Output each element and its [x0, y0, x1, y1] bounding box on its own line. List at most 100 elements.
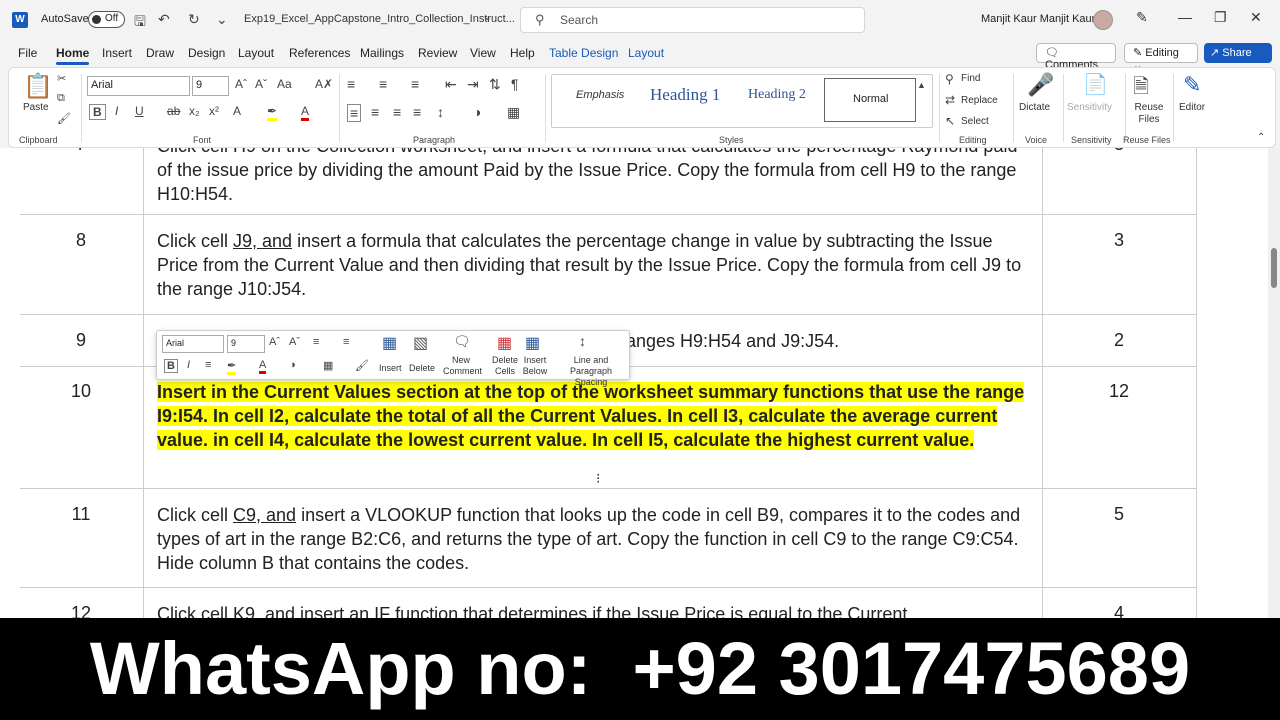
mini-format-painter-icon[interactable]: 🖌: [355, 359, 369, 372]
mini-insert-below-icon[interactable]: ▦: [525, 333, 540, 353]
paste-icon[interactable]: 📋: [23, 72, 53, 101]
save-icon[interactable]: 🖫: [134, 11, 146, 35]
editing-mode-button[interactable]: ✎ Editing ⌄: [1124, 43, 1198, 72]
bold-icon[interactable]: B: [89, 104, 106, 120]
tab-table-design[interactable]: Table Design: [549, 46, 618, 60]
decrease-indent-icon[interactable]: ⇤: [445, 76, 457, 93]
font-name-box[interactable]: Arial: [87, 76, 190, 96]
font-color-icon[interactable]: A: [301, 104, 310, 121]
close-icon[interactable]: ✕: [1250, 9, 1262, 26]
mini-line-spacing-label[interactable]: Line and Paragraph Spacing: [553, 355, 629, 388]
bullets-icon[interactable]: ≡: [347, 76, 355, 92]
mini-delete-cells-label[interactable]: Delete Cells: [489, 355, 521, 377]
highlight-icon[interactable]: ✒: [267, 104, 278, 121]
find-icon[interactable]: ⚲: [945, 72, 954, 86]
pen-icon[interactable]: ✎: [1136, 9, 1148, 26]
share-button[interactable]: ↗ Share: [1204, 43, 1272, 63]
mini-delete-icon[interactable]: ▧: [413, 333, 428, 353]
mini-numbering-icon[interactable]: ≡: [343, 336, 349, 348]
tab-design[interactable]: Design: [188, 46, 225, 60]
step-text[interactable]: Click cell H9 on the Collection workshee…: [157, 148, 1037, 206]
mini-align-center-icon[interactable]: ≡: [205, 359, 211, 371]
collapse-ribbon-icon[interactable]: ⌃: [1257, 132, 1265, 143]
mini-line-spacing-icon[interactable]: ↕: [579, 333, 586, 349]
superscript-icon[interactable]: x²: [209, 104, 219, 118]
mini-highlight-icon[interactable]: ✒: [227, 359, 237, 375]
search-box[interactable]: ⚲ Search: [520, 7, 865, 33]
numbering-icon[interactable]: ≡: [379, 76, 387, 92]
select-icon[interactable]: ↖: [945, 114, 955, 128]
mini-italic-icon[interactable]: I: [187, 359, 190, 371]
mini-delete-cells-icon[interactable]: ▦: [497, 333, 512, 353]
change-case-icon[interactable]: Aa: [277, 77, 292, 91]
borders-icon[interactable]: ▦: [507, 104, 520, 121]
mini-font-size[interactable]: 9: [227, 335, 265, 353]
mini-delete-label[interactable]: Delete: [409, 363, 435, 373]
sort-icon[interactable]: ⇅: [489, 76, 501, 93]
step-text-highlighted[interactable]: Insert in the Current Values section at …: [157, 380, 1037, 452]
format-painter-icon[interactable]: 🖌: [57, 112, 71, 125]
sensitivity-button-label[interactable]: Sensitivity: [1067, 102, 1112, 113]
mini-insert-below-label[interactable]: Insert Below: [519, 355, 551, 377]
tab-table-layout[interactable]: Layout: [628, 46, 664, 60]
style-normal-box[interactable]: Normal: [824, 78, 916, 122]
tab-view[interactable]: View: [470, 46, 496, 60]
mini-bullets-icon[interactable]: ≡: [313, 336, 319, 348]
step-text[interactable]: Click cell K9, and insert an IF function…: [157, 602, 1037, 618]
document-canvas[interactable]: 7 Click cell H9 on the Collection worksh…: [0, 148, 1280, 618]
align-center-icon[interactable]: ≡: [371, 104, 379, 120]
dictate-label[interactable]: Dictate: [1019, 102, 1050, 113]
reuse-files-icon[interactable]: 🗎: [1133, 72, 1149, 106]
tab-layout[interactable]: Layout: [238, 46, 274, 60]
align-right-icon[interactable]: ≡: [393, 104, 401, 120]
tab-review[interactable]: Review: [418, 46, 457, 60]
scrollbar-thumb[interactable]: [1271, 248, 1277, 288]
mini-insert-label[interactable]: Insert: [379, 363, 402, 373]
copy-icon[interactable]: ⧉: [57, 92, 65, 105]
sensitivity-icon[interactable]: 📄: [1083, 72, 1108, 97]
line-spacing-icon[interactable]: ↕: [437, 104, 444, 120]
tab-home[interactable]: Home: [56, 46, 90, 65]
vertical-scrollbar[interactable]: [1268, 148, 1280, 618]
mini-shading-icon[interactable]: ◑: [289, 359, 296, 371]
mini-shrink-font-icon[interactable]: Aˇ: [289, 336, 300, 348]
style-heading-2[interactable]: Heading 2: [748, 87, 806, 103]
autosave-toggle[interactable]: Off: [88, 11, 125, 28]
grow-font-icon[interactable]: Aˆ: [235, 77, 247, 91]
justify-icon[interactable]: ≡: [413, 104, 421, 120]
multilevel-list-icon[interactable]: ≡: [411, 76, 419, 92]
align-left-icon[interactable]: ≡: [347, 104, 362, 122]
replace-label[interactable]: Replace: [961, 95, 998, 106]
select-label[interactable]: Select: [961, 116, 989, 127]
replace-icon[interactable]: ⇄: [945, 93, 955, 107]
underline-icon[interactable]: U: [135, 104, 144, 118]
tab-insert[interactable]: Insert: [102, 46, 132, 60]
clear-format-icon[interactable]: A✗: [315, 77, 333, 91]
mini-borders-icon[interactable]: ▦: [323, 359, 333, 372]
mini-font-name[interactable]: Arial: [162, 335, 224, 353]
cut-icon[interactable]: ✂: [57, 72, 66, 85]
step-text[interactable]: anges H9:H54 and J9:J54.: [626, 329, 1026, 353]
subscript-icon[interactable]: x₂: [189, 104, 200, 118]
find-label[interactable]: Find: [961, 73, 980, 84]
style-heading-1[interactable]: Heading 1: [650, 85, 720, 105]
show-marks-icon[interactable]: ¶: [511, 76, 519, 92]
undo-icon[interactable]: ↶: [158, 11, 170, 28]
avatar[interactable]: [1093, 10, 1113, 30]
customize-qat-icon[interactable]: ⌄: [216, 11, 228, 28]
title-dropdown-icon[interactable]: ⌄: [482, 9, 492, 23]
mini-new-comment-icon[interactable]: 🗨: [453, 333, 471, 350]
styles-scroll-icon[interactable]: ▲: [917, 80, 926, 90]
tab-references[interactable]: References: [289, 46, 350, 60]
comments-button[interactable]: 🗨 Comments: [1036, 43, 1116, 71]
user-name[interactable]: Manjit Kaur Manjit Kaur: [981, 13, 1095, 25]
font-size-box[interactable]: 9: [192, 76, 229, 96]
tab-file[interactable]: File: [18, 46, 37, 60]
mini-insert-icon[interactable]: ▦: [382, 333, 397, 353]
shading-icon[interactable]: ◑: [473, 104, 481, 120]
shrink-font-icon[interactable]: Aˇ: [255, 77, 267, 91]
maximize-icon[interactable]: ❐: [1214, 9, 1227, 26]
paste-label[interactable]: Paste: [23, 102, 49, 113]
mini-bold-icon[interactable]: B: [164, 359, 178, 373]
editor-icon[interactable]: ✎: [1183, 72, 1201, 98]
